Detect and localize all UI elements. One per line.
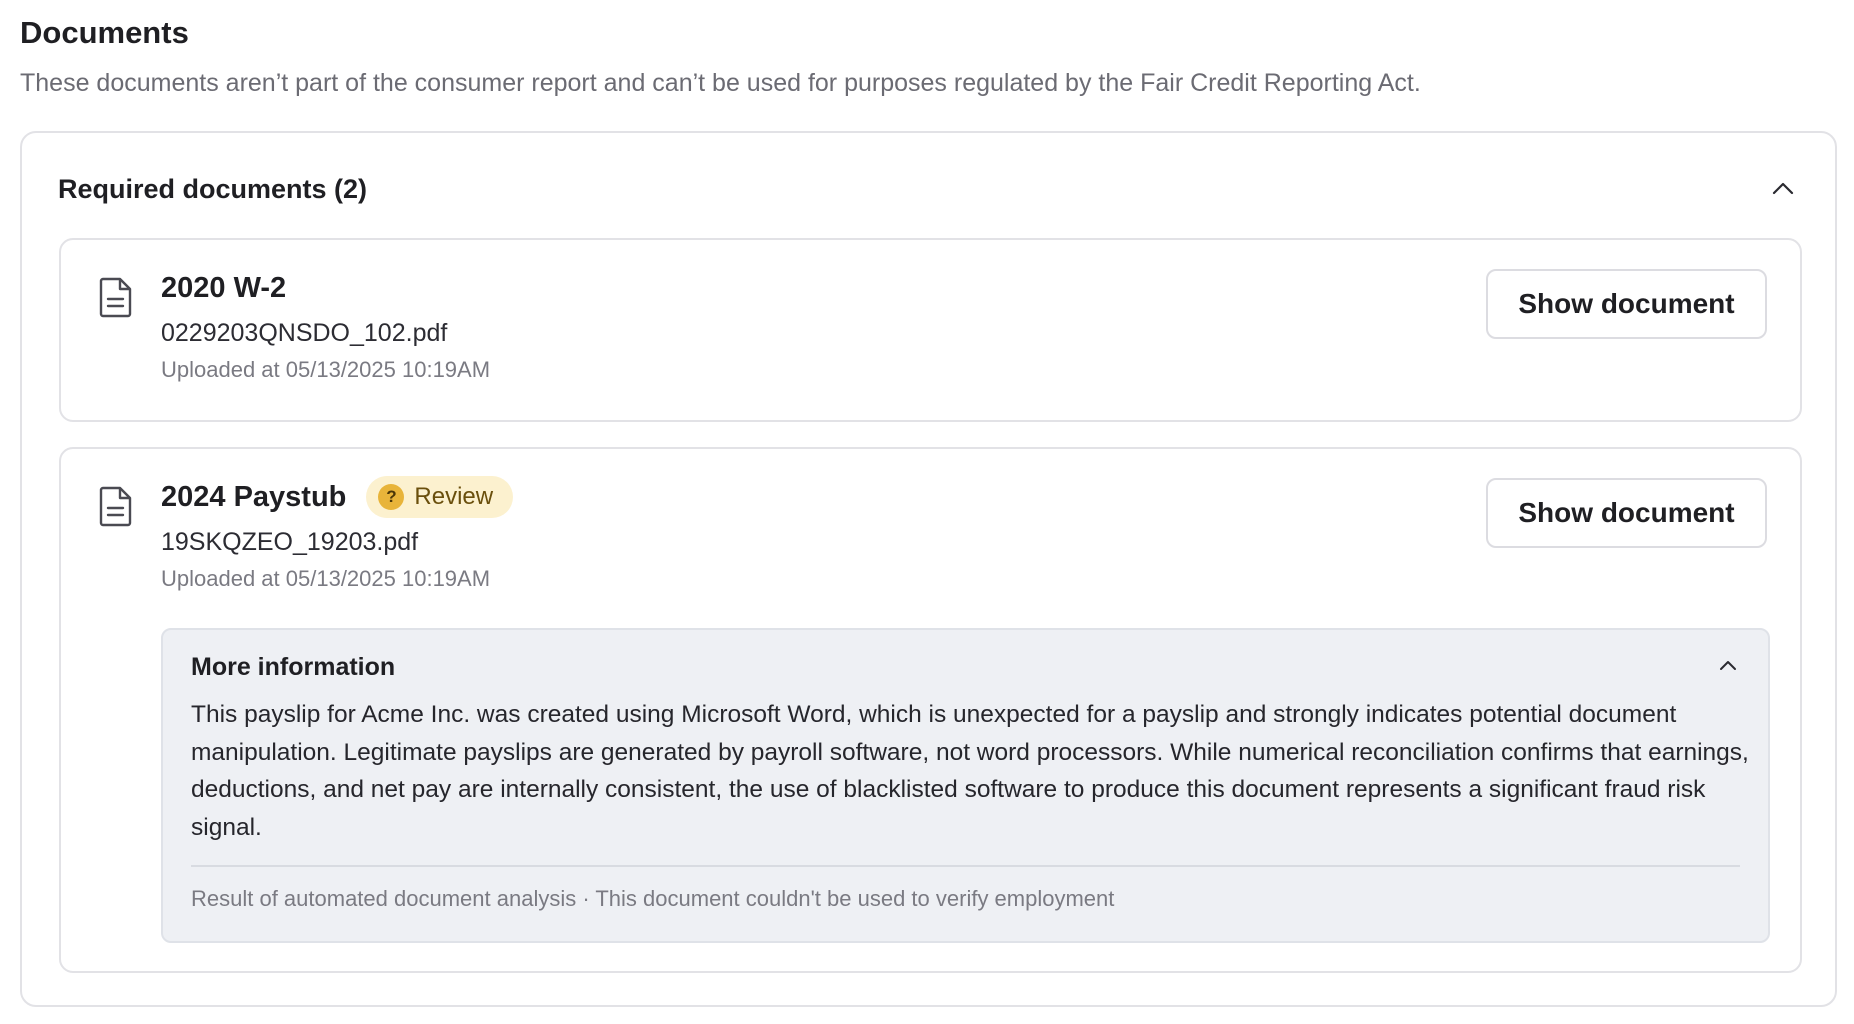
show-document-button[interactable]: Show document bbox=[1486, 478, 1767, 548]
document-card: 2020 W-2 0229203QNSDO_102.pdf Uploaded a… bbox=[59, 238, 1802, 422]
required-documents-panel: Required documents (2) 2020 W-2 0229203Q… bbox=[20, 131, 1837, 1007]
document-title: 2020 W-2 bbox=[161, 272, 287, 304]
chevron-up-icon[interactable] bbox=[1767, 173, 1799, 205]
more-information-title[interactable]: More information bbox=[191, 650, 395, 684]
more-information-body: This payslip for Acme Inc. was created u… bbox=[191, 701, 1749, 841]
page-subtitle: These documents aren’t part of the consu… bbox=[20, 69, 1421, 97]
document-title-row: 2024 Paystub ? Review bbox=[161, 475, 514, 519]
chevron-up-icon[interactable] bbox=[1714, 652, 1742, 680]
document-filename: 0229203QNSDO_102.pdf bbox=[161, 319, 448, 347]
document-title: 2024 Paystub bbox=[161, 481, 347, 513]
document-upload-time: Uploaded at 05/13/2025 10:19AM bbox=[161, 566, 491, 591]
divider bbox=[191, 865, 1740, 867]
document-title-row: 2020 W-2 bbox=[161, 266, 286, 310]
analysis-footer-note: Result of automated document analysis · … bbox=[191, 886, 1115, 911]
section-header[interactable]: Required documents (2) bbox=[58, 169, 1799, 209]
review-badge-label: Review bbox=[414, 483, 494, 510]
document-card: 2024 Paystub ? Review 19SKQZEO_19203.pdf… bbox=[59, 447, 1802, 973]
page-title: Documents bbox=[20, 15, 189, 50]
document-upload-time: Uploaded at 05/13/2025 10:19AM bbox=[161, 357, 491, 382]
file-text-icon bbox=[97, 485, 135, 527]
review-status-badge: ? Review bbox=[366, 476, 514, 518]
section-title: Required documents (2) bbox=[58, 174, 368, 204]
file-text-icon bbox=[97, 276, 135, 318]
documents-page: Documents These documents aren’t part of… bbox=[0, 0, 1854, 1024]
document-filename: 19SKQZEO_19203.pdf bbox=[161, 528, 419, 556]
show-document-button[interactable]: Show document bbox=[1486, 269, 1767, 339]
question-mark-icon: ? bbox=[378, 484, 405, 510]
more-information-panel: More information This payslip for Acme I… bbox=[161, 628, 1770, 943]
